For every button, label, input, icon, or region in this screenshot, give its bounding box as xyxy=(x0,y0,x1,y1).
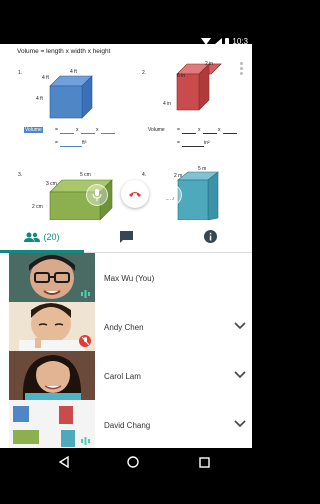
volume-label: Volume xyxy=(148,127,165,133)
chevron-down-icon[interactable] xyxy=(234,420,246,428)
meet-call-screen: 10:3 Volume = length x width x height 1.… xyxy=(0,0,252,504)
camera-button[interactable] xyxy=(160,184,182,206)
dim-label: 4 ft xyxy=(70,69,77,75)
avatar xyxy=(9,351,95,400)
answer-blank xyxy=(203,133,217,134)
home-button[interactable] xyxy=(113,448,153,476)
problem-number: 4. xyxy=(142,172,147,178)
cube-figure xyxy=(49,75,93,119)
mic-icon xyxy=(92,189,102,201)
answer-blank xyxy=(182,133,196,134)
times-sign: x xyxy=(76,127,79,133)
tab-bar: (20) xyxy=(0,220,252,253)
tab-chat[interactable] xyxy=(84,220,168,253)
dim-label: 2 in xyxy=(205,61,214,67)
volume-label: Volume xyxy=(24,127,43,133)
problem-number: 3. xyxy=(18,172,23,178)
microphone-button[interactable] xyxy=(86,184,108,206)
tab-info[interactable] xyxy=(168,220,252,253)
answer-blank xyxy=(223,133,237,134)
dim-label: 6 in xyxy=(177,73,186,79)
tab-people[interactable]: (20) xyxy=(0,220,84,253)
equals-sign: = xyxy=(55,140,58,146)
back-icon xyxy=(58,456,69,468)
answer-blank xyxy=(101,133,115,134)
times-sign: x xyxy=(198,127,201,133)
problem-number: 1. xyxy=(18,70,23,76)
formula-title: Volume = length x width x height xyxy=(17,48,111,55)
answer-blank xyxy=(81,133,95,134)
answer-blank xyxy=(60,133,74,134)
participant-name: Carol Lam xyxy=(104,372,141,381)
dim-label: 5 cm xyxy=(80,172,91,178)
participant-row[interactable]: Carol Lam xyxy=(0,351,252,400)
speaking-indicator-icon xyxy=(80,435,90,445)
participant-list: Max Wu (You) Andy Chen Carol Lam David C… xyxy=(0,253,252,449)
dim-label: 3 cm xyxy=(46,181,57,187)
end-call-button[interactable] xyxy=(121,180,149,208)
equals-sign: = xyxy=(55,127,58,133)
equals-sign: = xyxy=(177,140,180,146)
system-nav-bar xyxy=(0,448,252,504)
participant-video xyxy=(9,400,95,449)
participant-name: Max Wu (You) xyxy=(104,274,155,283)
answer-blank xyxy=(60,146,82,147)
back-button[interactable] xyxy=(44,448,84,476)
participant-row[interactable]: Andy Chen xyxy=(0,302,252,351)
prism-figure xyxy=(177,171,219,220)
dim-label: 4 ft xyxy=(36,96,43,102)
chevron-down-icon[interactable] xyxy=(234,322,246,330)
chevron-down-icon[interactable] xyxy=(234,371,246,379)
people-count: (20) xyxy=(43,231,60,242)
speaking-indicator-icon xyxy=(80,288,90,298)
more-options-icon[interactable] xyxy=(240,62,244,75)
dim-label: 4 ft xyxy=(42,75,49,81)
home-icon xyxy=(127,456,139,468)
participant-row[interactable]: David Chang xyxy=(0,400,252,449)
chat-icon xyxy=(119,230,133,243)
dim-label: 2 m xyxy=(174,173,183,179)
participant-row[interactable]: Max Wu (You) xyxy=(0,253,252,302)
participant-video xyxy=(9,253,95,302)
recents-icon xyxy=(198,456,210,468)
unit-label: in² xyxy=(204,140,210,146)
answer-blank xyxy=(182,146,204,147)
problem-number: 2. xyxy=(142,70,147,76)
video-camera-icon xyxy=(165,191,177,199)
dim-label: 4 in xyxy=(163,101,172,107)
hang-up-icon xyxy=(129,192,141,197)
unit-label: ft³ xyxy=(82,140,87,146)
dim-label: 5 m xyxy=(198,166,207,172)
prism-figure xyxy=(176,63,222,111)
status-bar: 10:3 xyxy=(0,0,252,46)
participant-name: David Chang xyxy=(104,421,151,430)
times-sign: x xyxy=(96,127,99,133)
times-sign: x xyxy=(218,127,221,133)
recents-button[interactable] xyxy=(184,448,224,476)
participant-video xyxy=(9,302,95,351)
muted-mic-icon xyxy=(79,335,91,347)
participant-name: Andy Chen xyxy=(104,323,144,332)
dim-label: 2 cm xyxy=(32,204,43,210)
equals-sign: = xyxy=(177,127,180,133)
people-icon xyxy=(24,232,41,242)
participant-video xyxy=(9,351,95,400)
info-icon xyxy=(203,230,217,243)
